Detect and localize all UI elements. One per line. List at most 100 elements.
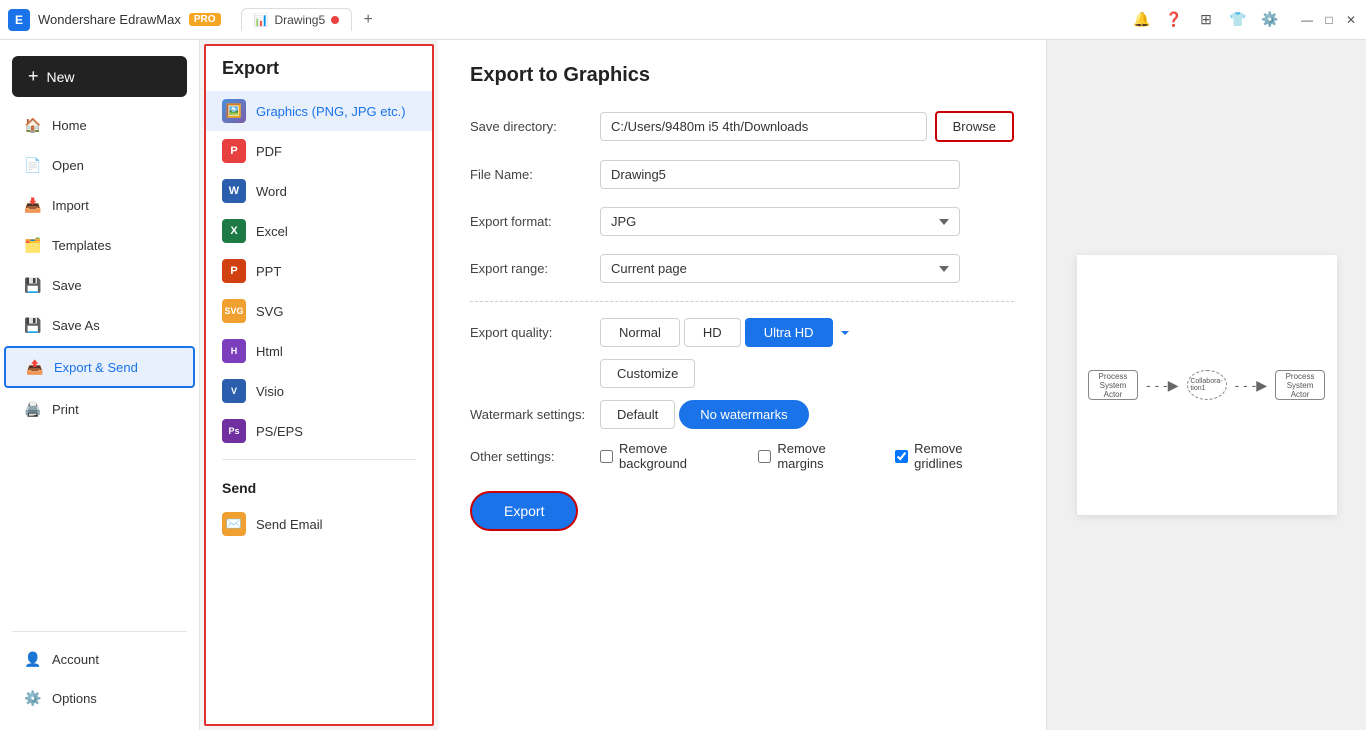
- maximize-button[interactable]: □: [1322, 13, 1336, 27]
- close-button[interactable]: ✕: [1344, 13, 1358, 27]
- export-item-visio[interactable]: V Visio: [206, 371, 432, 411]
- export-item-word[interactable]: W Word: [206, 171, 432, 211]
- file-name-input[interactable]: [600, 160, 960, 189]
- sidebar-save-as-label: Save As: [52, 318, 100, 333]
- active-tab[interactable]: 📊 Drawing5: [241, 8, 353, 31]
- remove-background-input[interactable]: [600, 450, 613, 463]
- remove-background-checkbox[interactable]: Remove background: [600, 441, 738, 471]
- quality-dropdown-icon[interactable]: [837, 325, 853, 341]
- titlebar-right: 🔔 ❓ ⊞ 👕 ⚙️ — □ ✕: [1132, 10, 1358, 30]
- sidebar-save-label: Save: [52, 278, 82, 293]
- sidebar-item-open[interactable]: 📄 Open: [4, 146, 195, 184]
- settings-icon[interactable]: ⚙️: [1260, 10, 1280, 30]
- new-tab-button[interactable]: +: [356, 8, 380, 32]
- sidebar-item-save[interactable]: 💾 Save: [4, 266, 195, 304]
- dashed-divider: [470, 301, 1014, 302]
- export-item-pdf[interactable]: P PDF: [206, 131, 432, 171]
- remove-background-label: Remove background: [619, 441, 738, 471]
- export-format-row: Export format: JPG PNG BMP SVG: [470, 207, 1014, 236]
- export-item-email[interactable]: ✉️ Send Email: [206, 504, 432, 544]
- notification-icon[interactable]: 🔔: [1132, 10, 1152, 30]
- new-button[interactable]: + New: [12, 56, 187, 97]
- sidebar-item-import[interactable]: 📥 Import: [4, 186, 195, 224]
- export-pseps-label: PS/EPS: [256, 424, 303, 439]
- new-button-label: New: [47, 69, 75, 85]
- grid-icon[interactable]: ⊞: [1196, 10, 1216, 30]
- shirt-icon[interactable]: 👕: [1228, 10, 1248, 30]
- quality-ultrahd-button[interactable]: Ultra HD: [745, 318, 833, 347]
- export-item-pseps[interactable]: Ps PS/EPS: [206, 411, 432, 451]
- sidebar-options-label: Options: [52, 691, 97, 706]
- app-name: Wondershare EdrawMax: [38, 12, 181, 27]
- sidebar-item-home[interactable]: 🏠 Home: [4, 106, 195, 144]
- help-icon[interactable]: ❓: [1164, 10, 1184, 30]
- export-range-select[interactable]: Current page All pages: [600, 254, 960, 283]
- quality-normal-button[interactable]: Normal: [600, 318, 680, 347]
- export-item-ppt[interactable]: P PPT: [206, 251, 432, 291]
- titlebar-left: E Wondershare EdrawMax PRO 📊 Drawing5 +: [8, 8, 380, 32]
- remove-margins-input[interactable]: [758, 450, 771, 463]
- export-icon: 📤: [26, 358, 44, 376]
- export-item-excel[interactable]: X Excel: [206, 211, 432, 251]
- export-email-label: Send Email: [256, 517, 322, 532]
- remove-gridlines-input[interactable]: [895, 450, 908, 463]
- sidebar-item-account[interactable]: 👤 Account: [4, 640, 195, 678]
- sidebar-item-print[interactable]: 🖨️ Print: [4, 390, 195, 428]
- new-plus-icon: +: [28, 66, 39, 87]
- export-pdf-label: PDF: [256, 144, 282, 159]
- options-icon: ⚙️: [24, 689, 42, 707]
- export-settings: Export to Graphics Save directory: Brows…: [438, 40, 1046, 730]
- customize-button[interactable]: Customize: [600, 359, 695, 388]
- minimize-button[interactable]: —: [1300, 13, 1314, 27]
- sidebar-templates-label: Templates: [52, 238, 111, 253]
- watermark-none-button[interactable]: No watermarks: [679, 400, 808, 429]
- export-range-value: Current page All pages: [600, 254, 1014, 283]
- sidebar-item-save-as[interactable]: 💾 Save As: [4, 306, 195, 344]
- export-visio-label: Visio: [256, 384, 284, 399]
- titlebar: E Wondershare EdrawMax PRO 📊 Drawing5 + …: [0, 0, 1366, 40]
- diagram-box-1: ProcessSystem Actor: [1088, 370, 1138, 400]
- export-button[interactable]: Export: [470, 491, 578, 531]
- sidebar-account-label: Account: [52, 652, 99, 667]
- preview-panel: ProcessSystem Actor - - -▶ Collabora-tio…: [1046, 40, 1366, 730]
- file-name-value: [600, 160, 1014, 189]
- browse-button[interactable]: Browse: [935, 111, 1014, 142]
- remove-gridlines-checkbox[interactable]: Remove gridlines: [895, 441, 1014, 471]
- remove-margins-label: Remove margins: [777, 441, 875, 471]
- send-divider: [222, 459, 416, 460]
- sidebar-item-export-send[interactable]: 📤 Export & Send: [4, 346, 195, 388]
- export-item-html[interactable]: H Html: [206, 331, 432, 371]
- diagram-dashed-1: Collabora-tion1: [1187, 370, 1227, 400]
- html-icon: H: [222, 339, 246, 363]
- diagram-arrow-2: - - -▶: [1235, 377, 1268, 394]
- watermark-default-button[interactable]: Default: [600, 400, 675, 429]
- remove-margins-checkbox[interactable]: Remove margins: [758, 441, 875, 471]
- export-format-select[interactable]: JPG PNG BMP SVG: [600, 207, 960, 236]
- preview-diagram: ProcessSystem Actor - - -▶ Collabora-tio…: [1088, 370, 1325, 400]
- home-icon: 🏠: [24, 116, 42, 134]
- app-logo: E: [8, 9, 30, 31]
- print-icon: 🖨️: [24, 400, 42, 418]
- export-panel-title: Export: [206, 58, 432, 91]
- save-icon: 💾: [24, 276, 42, 294]
- templates-icon: 🗂️: [24, 236, 42, 254]
- send-section-title: Send: [206, 468, 432, 504]
- svg-icon: SVG: [222, 299, 246, 323]
- preview-inner: ProcessSystem Actor - - -▶ Collabora-tio…: [1077, 255, 1337, 515]
- other-settings-row: Other settings: Remove background Remove…: [470, 441, 1014, 471]
- save-directory-input[interactable]: [600, 112, 927, 141]
- sidebar-import-label: Import: [52, 198, 89, 213]
- visio-icon: V: [222, 379, 246, 403]
- sidebar-item-templates[interactable]: 🗂️ Templates: [4, 226, 195, 264]
- quality-hd-button[interactable]: HD: [684, 318, 741, 347]
- save-directory-row: Save directory: Browse: [470, 111, 1014, 142]
- file-name-label: File Name:: [470, 167, 600, 182]
- window-controls: — □ ✕: [1300, 13, 1358, 27]
- export-html-label: Html: [256, 344, 283, 359]
- diagram-box-2: ProcessSystem Actor: [1275, 370, 1325, 400]
- export-item-graphics[interactable]: 🖼️ Graphics (PNG, JPG etc.): [206, 91, 432, 131]
- export-item-svg[interactable]: SVG SVG: [206, 291, 432, 331]
- sidebar-open-label: Open: [52, 158, 84, 173]
- export-range-label: Export range:: [470, 261, 600, 276]
- sidebar-item-options[interactable]: ⚙️ Options: [4, 679, 195, 717]
